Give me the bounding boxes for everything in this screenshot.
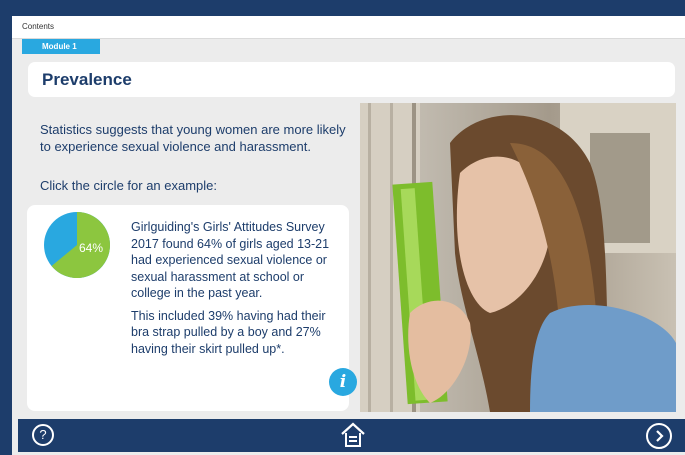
pie-chart-button[interactable]: 64%	[43, 211, 111, 279]
photo	[360, 103, 676, 412]
help-icon[interactable]: ?	[32, 424, 54, 446]
stat-paragraph-2: This included 39% having had their bra s…	[131, 308, 326, 356]
pie-label: 64%	[79, 241, 104, 255]
info-icon[interactable]: i	[329, 368, 357, 396]
home-icon[interactable]	[338, 421, 368, 449]
top-bar: Contents	[12, 16, 685, 39]
next-icon[interactable]	[646, 423, 672, 449]
bottom-bar: ?	[18, 419, 685, 452]
title-card: Prevalence	[28, 62, 675, 97]
module-tab[interactable]: Module 1	[22, 39, 100, 54]
intro-text: Statistics suggests that young women are…	[40, 122, 346, 154]
contents-link[interactable]: Contents	[22, 22, 54, 31]
click-prompt: Click the circle for an example:	[40, 178, 218, 193]
page-title: Prevalence	[42, 70, 132, 89]
photo-illustration	[360, 103, 676, 412]
stat-text: Girlguiding's Girls' Attitudes Survey 20…	[131, 219, 343, 357]
stat-paragraph-1: Girlguiding's Girls' Attitudes Survey 20…	[131, 220, 330, 300]
stat-card: 64% Girlguiding's Girls' Attitudes Surve…	[27, 205, 357, 411]
